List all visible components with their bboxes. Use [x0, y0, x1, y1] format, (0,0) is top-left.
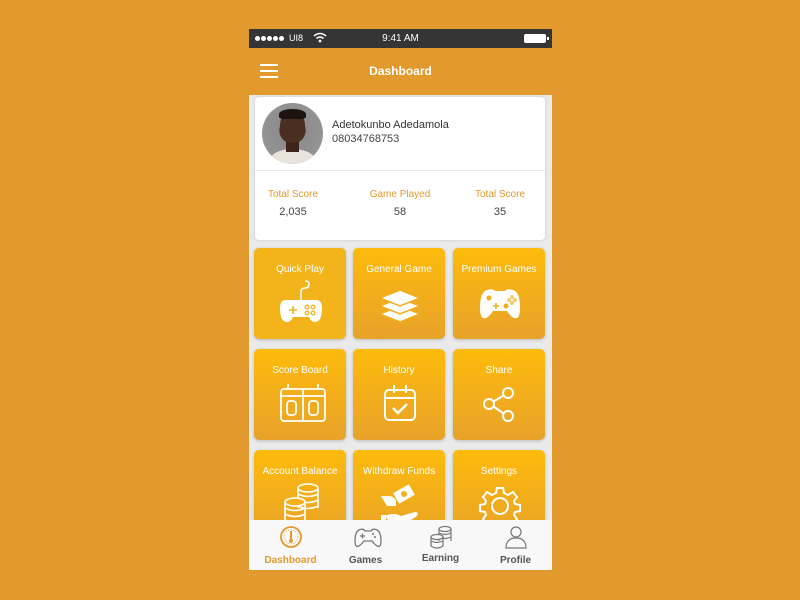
tab-label: Earning — [421, 553, 460, 564]
tile-label: Quick Play — [276, 264, 324, 275]
profile-card: Adetokunbo Adedamola 08034768753 Total S… — [255, 97, 545, 240]
clock: 9:41 AM — [382, 33, 419, 44]
tile-label: Withdraw Funds — [362, 466, 436, 477]
avatar — [262, 103, 323, 164]
battery-icon — [524, 34, 549, 43]
gamepad-corded-icon — [280, 280, 322, 322]
share-icon — [483, 387, 514, 422]
divider — [255, 170, 545, 171]
user-icon — [505, 526, 527, 549]
tab-label: Profile — [499, 555, 532, 566]
tab-earning[interactable]: Earning — [403, 520, 478, 570]
stat-label: Total Score — [474, 189, 526, 200]
app-header: Dashboard — [249, 48, 552, 95]
gamepad-icon — [480, 289, 520, 319]
tile-label: Settings — [480, 466, 518, 477]
tile-label: Account Balance — [262, 466, 338, 477]
tab-dashboard[interactable]: Dashboard — [253, 520, 328, 570]
scoreboard-icon — [280, 384, 326, 422]
tab-profile[interactable]: Profile — [478, 520, 552, 570]
stat-label: Total Score — [267, 189, 319, 200]
stat-games-played: Game Played 58 — [360, 189, 440, 218]
stat-label: Game Played — [369, 189, 431, 200]
tile-label: Score Board — [272, 365, 328, 376]
tile-general-game[interactable]: General Game — [353, 248, 445, 339]
tile-label: Share — [485, 365, 513, 376]
status-bar: UI8 9:41 AM — [249, 29, 552, 48]
tab-label: Dashboard — [264, 555, 317, 566]
stat-value: 58 — [393, 206, 407, 218]
tile-premium-games[interactable]: Premium Games — [453, 248, 545, 339]
tile-score-board[interactable]: Score Board — [254, 349, 346, 440]
layers-icon — [379, 289, 421, 323]
gamepad-icon — [354, 528, 382, 548]
tile-quick-play[interactable]: Quick Play — [254, 248, 346, 339]
tab-label: Games — [348, 555, 383, 566]
tab-games[interactable]: Games — [328, 520, 403, 570]
page-title: Dashboard — [369, 64, 432, 78]
user-phone: 08034768753 — [332, 133, 400, 145]
stat-total-score-2: Total Score 35 — [470, 189, 530, 218]
tile-label: History — [383, 365, 415, 376]
stat-value: 2,035 — [279, 206, 307, 218]
stat-total-score: Total Score 2,035 — [263, 189, 323, 218]
user-name: Adetokunbo Adedamola — [332, 119, 449, 131]
speedometer-icon — [280, 526, 302, 548]
bottom-tab-bar: Dashboard Games Earning Profile — [249, 520, 552, 570]
coins-icon — [430, 525, 452, 549]
tile-share[interactable]: Share — [453, 349, 545, 440]
calendar-check-icon — [384, 385, 416, 421]
stat-value: 35 — [493, 206, 507, 218]
tile-label: Premium Games — [461, 264, 537, 275]
phone-screen: UI8 9:41 AM Dashboard Adetokunbo Adedamo… — [249, 29, 552, 570]
tile-history[interactable]: History — [353, 349, 445, 440]
tile-label: General Game — [366, 264, 432, 275]
